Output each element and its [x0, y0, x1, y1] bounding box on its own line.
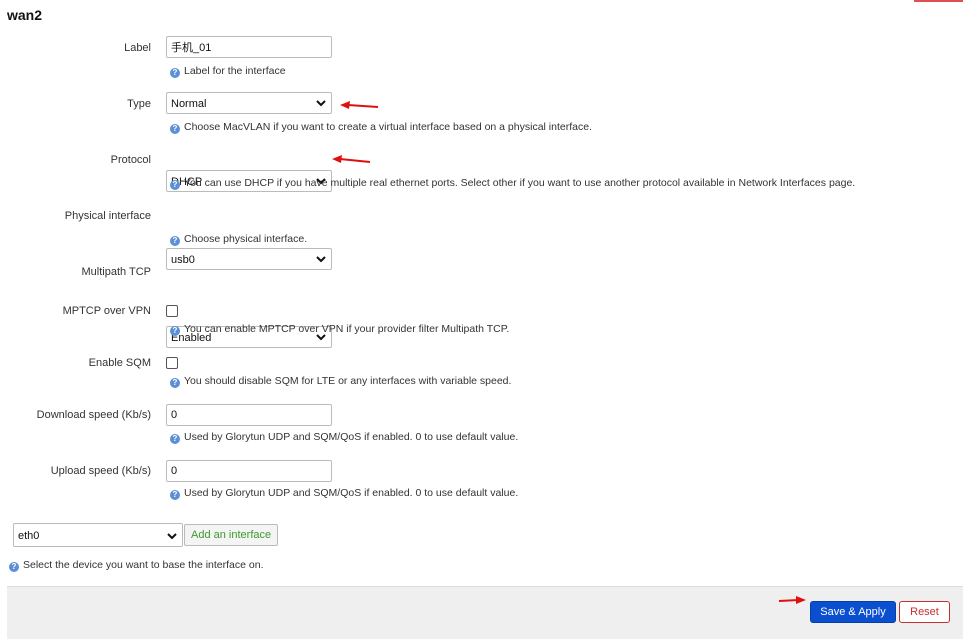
question-circle-icon: ? — [170, 180, 180, 190]
physical-interface-select[interactable]: usb0 — [166, 248, 332, 270]
label-help: ? Label for the interface — [170, 65, 286, 78]
sqm-checkbox[interactable] — [166, 357, 178, 369]
download-help: ? Used by Glorytun UDP and SQM/QoS if ena… — [170, 431, 518, 444]
red-arrow-icon — [332, 155, 371, 163]
device-select[interactable]: eth0 — [13, 523, 183, 547]
question-circle-icon: ? — [170, 378, 180, 388]
label-input[interactable] — [166, 36, 332, 58]
add-interface-button[interactable]: Add an interface — [184, 524, 279, 546]
sqm-help: ? You should disable SQM for LTE or any i… — [170, 375, 511, 388]
question-circle-icon: ? — [9, 562, 19, 572]
multipath-field-label: Multipath TCP — [81, 266, 152, 278]
upload-help: ? Used by Glorytun UDP and SQM/QoS if ena… — [170, 487, 518, 500]
save-apply-button[interactable]: Save & Apply — [810, 601, 896, 623]
physical-field-label: Physical interface — [64, 210, 151, 222]
question-circle-icon: ? — [170, 68, 180, 78]
physical-help: ? Choose physical interface. — [170, 233, 307, 246]
question-circle-icon: ? — [170, 236, 180, 246]
protocol-help: ? You can use DHCP if you have multiple r… — [170, 177, 855, 190]
type-help: ? Choose MacVLAN if you want to create a … — [170, 121, 592, 134]
label-field-label: Label — [124, 42, 151, 54]
red-arrow-icon — [340, 101, 379, 109]
protocol-field-label: Protocol — [110, 154, 151, 166]
type-select[interactable]: Normal — [166, 92, 332, 114]
device-help: ? Select the device you want to base the … — [9, 559, 264, 572]
download-speed-input[interactable] — [166, 404, 332, 426]
mptcp-vpn-checkbox[interactable] — [166, 305, 178, 317]
sqm-field-label: Enable SQM — [88, 357, 151, 369]
type-select-value: Normal — [171, 98, 207, 110]
upload-speed-input[interactable] — [166, 460, 332, 482]
red-arrow-icon — [778, 596, 806, 604]
question-circle-icon: ? — [170, 490, 180, 500]
type-field-label: Type — [127, 98, 151, 110]
upload-field-label: Upload speed (Kb/s) — [50, 465, 151, 477]
question-circle-icon: ? — [170, 434, 180, 444]
physical-select-value: usb0 — [171, 254, 195, 266]
section-title: wan2 — [7, 7, 43, 23]
question-circle-icon: ? — [170, 326, 180, 336]
mptcp-vpn-help: ? You can enable MPTCP over VPN if your p… — [170, 323, 509, 336]
chevron-down-icon — [316, 256, 326, 263]
download-field-label: Download speed (Kb/s) — [36, 409, 151, 421]
mptcp-vpn-field-label: MPTCP over VPN — [62, 305, 151, 317]
device-select-value: eth0 — [18, 530, 40, 542]
chevron-down-icon — [316, 100, 326, 107]
top-accent-line — [914, 0, 963, 2]
question-circle-icon: ? — [170, 124, 180, 134]
reset-button[interactable]: Reset — [899, 601, 950, 623]
chevron-down-icon — [167, 533, 177, 540]
